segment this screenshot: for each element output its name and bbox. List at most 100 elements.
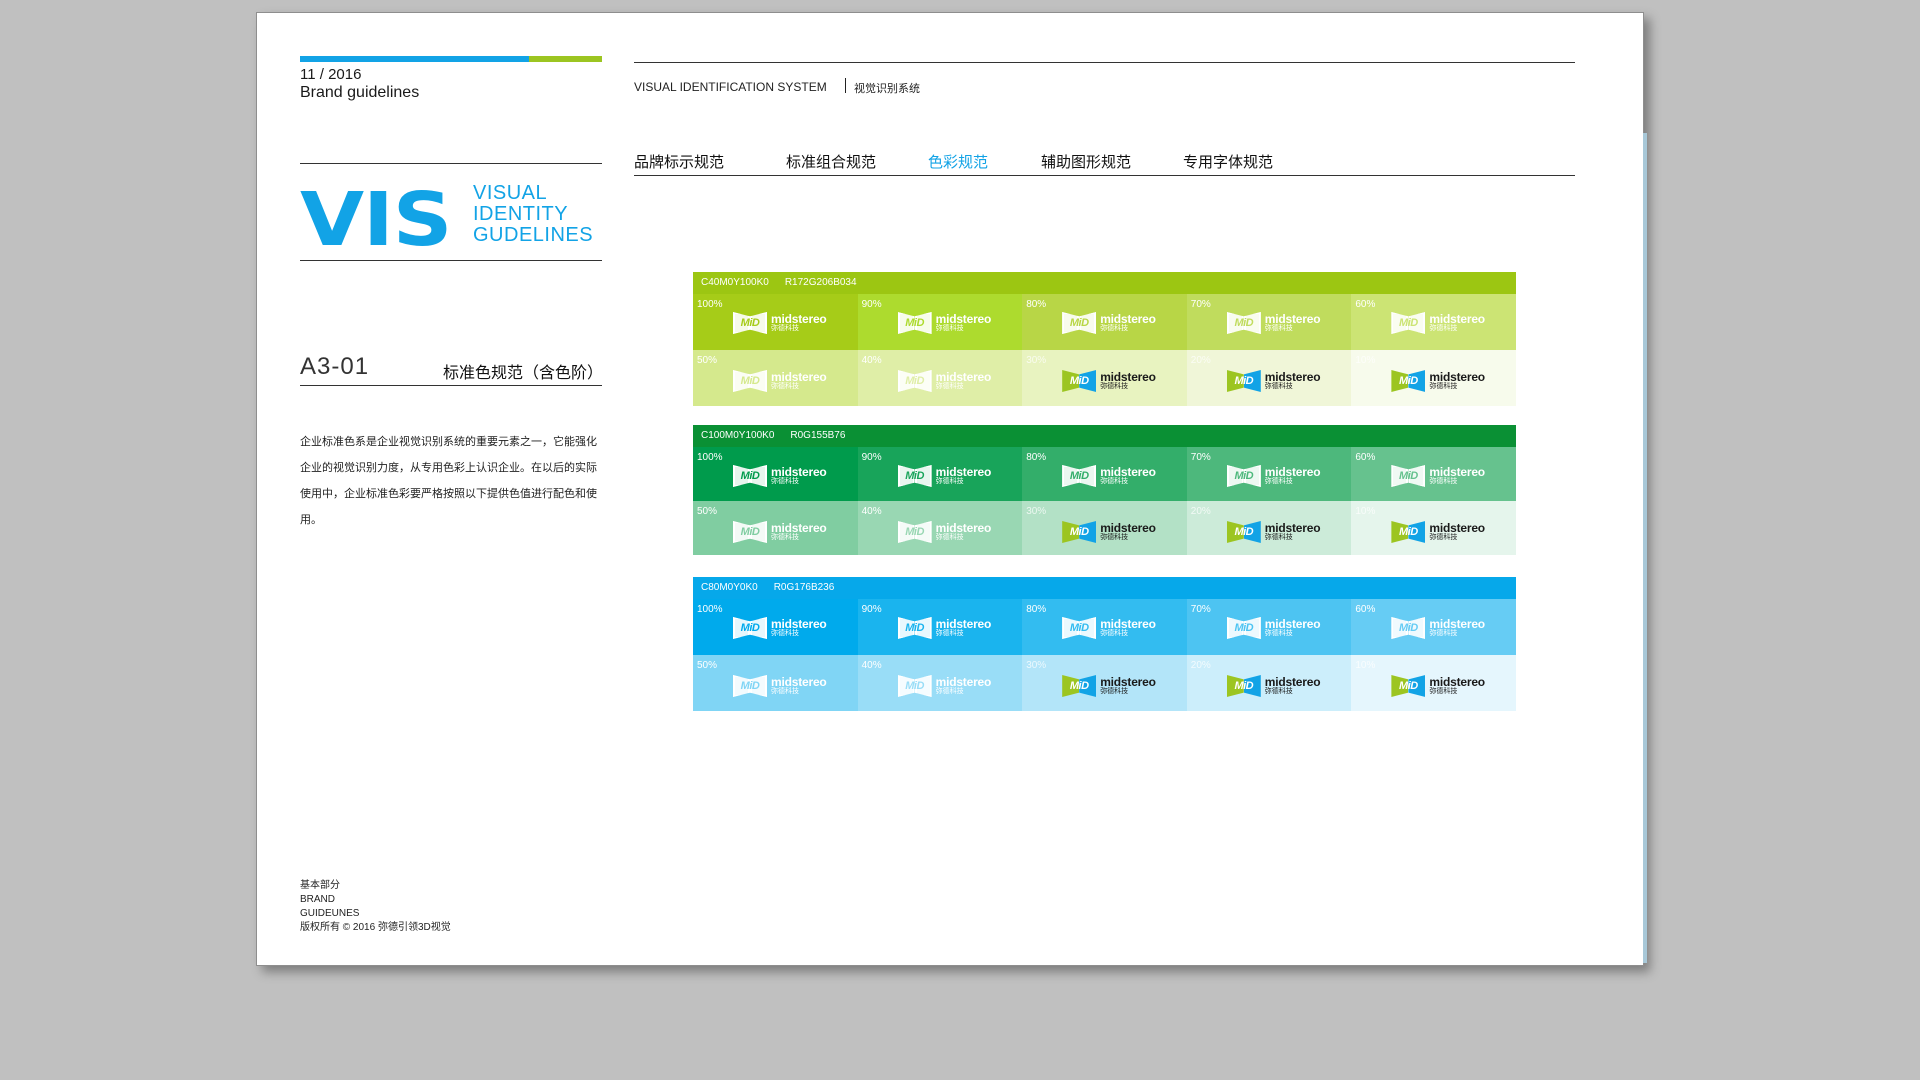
midstereo-logo: MiD midstereo 弥德科技 <box>1226 465 1321 487</box>
nav-brand-logo[interactable]: 品牌标示规范 <box>634 151 786 172</box>
system-title-cn: 视觉识别系统 <box>854 83 920 95</box>
tint-percent: 90% <box>861 299 882 310</box>
page-edge <box>1643 133 1647 963</box>
mid-logo-icon: MiD <box>897 521 932 543</box>
tint-percent: 20% <box>1190 660 1211 671</box>
mid-logo-icon: MiD <box>1391 617 1426 639</box>
mid-logo-icon: MiD <box>733 370 767 392</box>
midstereo-logo: MiD midstereo 弥德科技 <box>733 312 827 334</box>
rgb-value: R0G155B76 <box>790 430 846 441</box>
color-palette: C100M0Y100K0 R0G155B76 100% MiD midstereo 弥德科… <box>693 425 1516 555</box>
footer-copyright: 版权所有 © 2016 弥德引领3D视觉 <box>300 922 451 933</box>
mid-logo-icon: MiD <box>897 465 932 487</box>
tint-percent: 40% <box>861 506 882 517</box>
color-palette: C40M0Y100K0 R172G206B034 100% MiD midstereo 弥… <box>693 272 1516 406</box>
mid-logo-icon: MiD <box>897 617 932 639</box>
mid-logo-icon: MiD <box>733 312 767 334</box>
mid-logo-icon: MiD <box>897 312 932 334</box>
nav-color[interactable]: 色彩规范 <box>928 151 1041 172</box>
palette-header: C40M0Y100K0 R172G206B034 <box>693 272 1516 294</box>
cmyk-value: C40M0Y100K0 <box>701 277 769 288</box>
midstereo-logo: MiD midstereo 弥德科技 <box>1062 465 1156 487</box>
mid-logo-icon: MiD <box>1226 370 1261 392</box>
tint-percent: 40% <box>861 355 882 366</box>
footer-line1: 基本部分 <box>300 880 340 891</box>
mid-logo-icon: MiD <box>1062 521 1097 543</box>
tint-percent: 60% <box>1355 604 1376 615</box>
nav-rule <box>634 175 1575 176</box>
tint-percent: 20% <box>1190 506 1211 517</box>
tint-row: 100% MiD midstereo 弥德科技 90% MiD midstereo 弥德科技 8… <box>693 599 1516 655</box>
system-title: VISUAL IDENTIFICATION SYSTEM <box>634 80 827 94</box>
tint-swatch: 100% MiD midstereo 弥德科技 <box>693 447 858 501</box>
cmyk-value: C100M0Y100K0 <box>701 430 775 441</box>
palette-header: C80M0Y0K0 R0G176B236 <box>693 577 1516 599</box>
guideline-page: 11 / 2016 Brand guidelines VIS VISUAL ID… <box>256 12 1647 966</box>
tint-percent: 70% <box>1190 299 1211 310</box>
mid-logo-icon: MiD <box>1062 312 1097 334</box>
section-title: 标准色规范（含色阶） <box>443 365 604 382</box>
midstereo-logo: MiD midstereo 弥德科技 <box>897 675 991 697</box>
divider <box>300 260 602 261</box>
tint-swatch: 10% MiD midstereo 弥德科技 <box>1351 655 1516 711</box>
midstereo-logo: MiD midstereo 弥德科技 <box>1226 617 1321 639</box>
midstereo-logo: MiD midstereo 弥德科技 <box>733 521 827 543</box>
tint-swatch: 40% MiD midstereo 弥德科技 <box>857 501 1023 555</box>
mid-logo-icon: MiD <box>1391 675 1426 697</box>
rgb-value: R172G206B034 <box>784 277 857 288</box>
mid-logo-icon: MiD <box>1062 675 1097 697</box>
tint-swatch: 90% MiD midstereo 弥德科技 <box>857 599 1023 655</box>
tint-percent: 50% <box>697 355 718 366</box>
midstereo-logo: MiD midstereo 弥德科技 <box>733 617 827 639</box>
midstereo-logo: MiD midstereo 弥德科技 <box>1391 370 1485 392</box>
tint-percent: 30% <box>1026 355 1047 366</box>
date: 11 / 2016 <box>300 66 362 83</box>
divider <box>300 163 602 164</box>
tint-percent: 100% <box>697 452 723 463</box>
tint-percent: 80% <box>1026 299 1047 310</box>
section-code: A3-01 <box>300 353 370 380</box>
tint-swatch: 60% MiD midstereo 弥德科技 <box>1351 599 1516 655</box>
footer-line3: GUIDEUNES <box>300 908 360 919</box>
tint-percent: 10% <box>1355 355 1376 366</box>
mid-logo-icon: MiD <box>1226 675 1261 697</box>
tint-percent: 50% <box>697 506 718 517</box>
vis-subtitle-line3: GUDELINES <box>473 224 594 246</box>
midstereo-logo: MiD midstereo 弥德科技 <box>897 370 991 392</box>
tint-swatch: 70% MiD midstereo 弥德科技 <box>1186 447 1352 501</box>
tint-percent: 50% <box>697 660 718 671</box>
mid-logo-icon: MiD <box>897 370 932 392</box>
tint-swatch: 100% MiD midstereo 弥德科技 <box>693 599 858 655</box>
midstereo-logo: MiD midstereo 弥德科技 <box>1391 675 1485 697</box>
mid-logo-icon: MiD <box>1062 465 1097 487</box>
mid-logo-icon: MiD <box>1391 521 1426 543</box>
mid-logo-icon: MiD <box>1226 465 1261 487</box>
nav-auxiliary-graphics[interactable]: 辅助图形规范 <box>1041 151 1183 172</box>
mid-logo-icon: MiD <box>1226 617 1261 639</box>
midstereo-logo: MiD midstereo 弥德科技 <box>1062 521 1156 543</box>
nav-typeface[interactable]: 专用字体规范 <box>1183 151 1283 172</box>
mid-logo-icon: MiD <box>1062 617 1097 639</box>
tint-swatch: 80% MiD midstereo 弥德科技 <box>1022 294 1187 350</box>
midstereo-logo: MiD midstereo 弥德科技 <box>1391 312 1485 334</box>
section-nav: 品牌标示规范 标准组合规范 色彩规范 辅助图形规范 专用字体规范 <box>634 151 1283 172</box>
mid-logo-icon: MiD <box>897 675 932 697</box>
mid-logo-icon: MiD <box>1226 521 1261 543</box>
vis-subtitle-line1: VISUAL <box>473 182 548 204</box>
midstereo-logo: MiD midstereo 弥德科技 <box>1226 370 1321 392</box>
mid-logo-icon: MiD <box>733 521 767 543</box>
mid-logo-icon: MiD <box>1391 465 1426 487</box>
tint-percent: 90% <box>861 452 882 463</box>
midstereo-logo: MiD midstereo 弥德科技 <box>1226 521 1321 543</box>
vis-logo: VIS <box>300 177 452 263</box>
mid-logo-icon: MiD <box>1062 370 1097 392</box>
midstereo-logo: MiD midstereo 弥德科技 <box>897 521 991 543</box>
midstereo-logo: MiD midstereo 弥德科技 <box>897 312 991 334</box>
tint-swatch: 90% MiD midstereo 弥德科技 <box>857 294 1023 350</box>
top-rule <box>634 62 1575 63</box>
tint-percent: 10% <box>1355 506 1376 517</box>
nav-standard-combination[interactable]: 标准组合规范 <box>786 151 928 172</box>
midstereo-logo: MiD midstereo 弥德科技 <box>733 370 827 392</box>
tint-percent: 60% <box>1355 452 1376 463</box>
tint-swatch: 60% MiD midstereo 弥德科技 <box>1351 294 1516 350</box>
